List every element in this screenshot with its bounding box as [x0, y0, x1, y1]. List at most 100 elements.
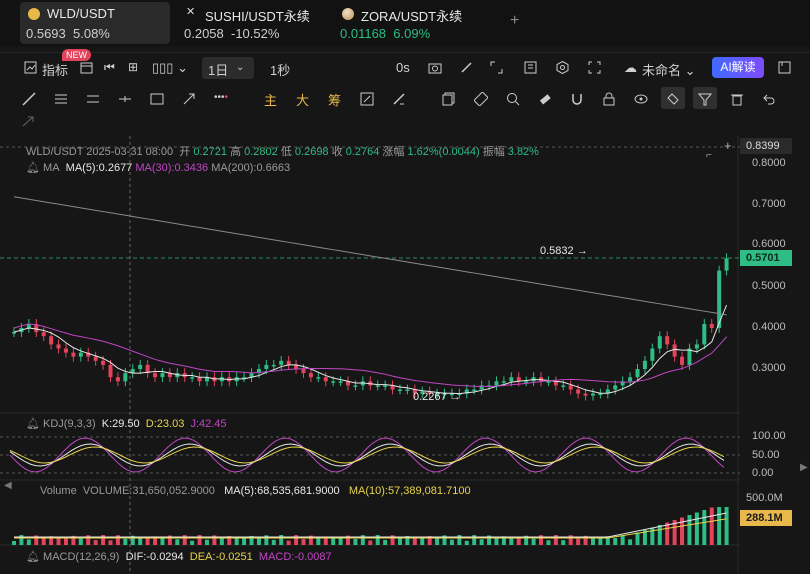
candle-body: [71, 352, 76, 357]
tab-symbol: WLD/USDT: [47, 6, 115, 21]
bell-icon: 🔔︎: [26, 418, 40, 430]
save-layout-icon[interactable]: [778, 61, 791, 74]
magnet-icon[interactable]: [570, 92, 584, 106]
volume-bar: [204, 539, 209, 545]
ohlc-field: 低 0.2698: [280, 146, 329, 158]
volume-bar: [93, 540, 98, 545]
volume-bar: [628, 539, 633, 545]
candle-body: [63, 348, 68, 353]
chart-type-icon[interactable]: ▯▯▯ ⌄: [152, 60, 188, 76]
add-tab-icon[interactable]: +: [510, 12, 519, 30]
delete-icon[interactable]: [730, 92, 744, 106]
top-price-label: 0.8399: [740, 138, 792, 154]
price-chart[interactable]: [0, 136, 810, 574]
copy-icon[interactable]: [442, 92, 456, 106]
candle-body: [383, 385, 388, 387]
volume-bar: [576, 538, 581, 545]
candle-body: [665, 336, 670, 345]
indicators-button[interactable]: 指标: [42, 60, 68, 79]
volume-bar: [687, 515, 692, 545]
scroll-right-icon[interactable]: ▶: [800, 462, 808, 473]
redo-icon[interactable]: [22, 114, 36, 128]
chart-toolbar: 指标 NEW ⏮ ⊞ ▯▯▯ ⌄ 1日 ⌄ 1秒 0s ☁ 未命名 ⌄ AI解读: [0, 49, 810, 83]
horizontal-lines-icon[interactable]: [54, 92, 68, 106]
main-force-tool[interactable]: 主: [264, 90, 277, 109]
candle-body: [561, 385, 566, 387]
ohlc-field: 开 0.2721: [179, 146, 227, 158]
big-order-tool[interactable]: 大: [296, 90, 309, 109]
candle-body: [613, 385, 618, 390]
candle-body: [279, 360, 284, 365]
volume-bar: [620, 535, 625, 545]
candle-body: [576, 389, 581, 394]
channel-icon[interactable]: [86, 92, 100, 106]
arrow-icon[interactable]: [182, 92, 196, 106]
volume-bar: [546, 540, 551, 545]
zoom-in-icon[interactable]: [506, 92, 520, 106]
fullscreen-icon[interactable]: [490, 61, 503, 74]
expand-icon[interactable]: [588, 61, 601, 74]
tab-symbol: ZORA/USDT永续: [361, 9, 463, 24]
camera-icon[interactable]: [428, 61, 442, 74]
candle-body: [353, 385, 358, 387]
chart-info-line: WLD/USDT 2025-03-31 08:00 开 0.2721 高 0.2…: [26, 146, 539, 158]
volume-bar: [665, 522, 670, 545]
eraser-icon[interactable]: [538, 92, 552, 106]
candle-body: [331, 381, 336, 383]
candle-body: [472, 389, 477, 391]
step-back-icon[interactable]: ⏮: [104, 60, 115, 75]
candle-body: [301, 369, 306, 374]
volume-tick: 500.0M: [746, 492, 783, 504]
tab-price: 0.01168 6.09%: [340, 26, 431, 41]
scroll-left-icon[interactable]: ◀: [4, 480, 12, 491]
edit-icon[interactable]: [460, 61, 473, 74]
volume-bar: [383, 539, 388, 545]
y-axis-tick: 0.8000: [752, 157, 786, 169]
candle-body: [642, 360, 647, 369]
layout-name-select[interactable]: 未命名 ⌄: [642, 60, 696, 79]
candle-body: [160, 373, 165, 378]
candle-body: [123, 373, 128, 382]
settings-icon[interactable]: [556, 61, 569, 74]
sub-interval[interactable]: 1秒: [270, 60, 290, 79]
ray-icon[interactable]: [118, 92, 132, 106]
candle-body: [78, 352, 83, 357]
volume-bar: [709, 507, 714, 545]
undo-icon[interactable]: [762, 92, 776, 106]
tab-wld[interactable]: WLD/USDT 0.5693 5.08%: [20, 2, 170, 44]
grid-icon[interactable]: ⊞: [128, 60, 138, 74]
countdown: 0s: [396, 60, 410, 75]
collapse-icon[interactable]: ⌐: [706, 150, 712, 161]
tab-sushi[interactable]: ✕ SUSHI/USDT永续 0.2058 -10.52%: [178, 2, 328, 44]
more-tools-icon[interactable]: ••••: [214, 92, 228, 103]
ma30-value: MA(30):0.3436: [135, 162, 209, 174]
volume-bar: [190, 540, 195, 545]
kdj-tick: 100.00: [752, 430, 786, 442]
volume-bar: [338, 537, 343, 545]
volume-legend: Volume VOLUME:31,650,052.9000 MA(5):68,5…: [40, 485, 471, 497]
trend-line-icon[interactable]: [22, 92, 36, 106]
ma200-line: [13, 196, 727, 316]
ai-analysis-button[interactable]: AI解读: [712, 57, 764, 78]
calendar-icon[interactable]: [80, 61, 93, 74]
chip-tool[interactable]: 筹: [328, 90, 341, 109]
eye-icon[interactable]: [634, 92, 648, 106]
lock-icon[interactable]: [602, 92, 616, 106]
sync-icon[interactable]: [360, 92, 374, 106]
template-icon[interactable]: [524, 61, 537, 74]
candle-body: [628, 377, 633, 382]
zora-coin-icon: [342, 8, 354, 20]
volume-bar: [717, 507, 722, 545]
volume-bar: [256, 538, 261, 545]
tab-zora[interactable]: ZORA/USDT永续 0.01168 6.09%: [334, 2, 484, 44]
cloud-icon[interactable]: ☁: [624, 60, 637, 76]
add-indicator-icon[interactable]: +: [724, 138, 732, 153]
candle-body: [153, 373, 158, 378]
volume-bar: [316, 537, 321, 545]
volume-bar: [368, 540, 373, 545]
rectangle-icon[interactable]: [150, 92, 164, 106]
volume-bar: [531, 538, 536, 545]
brush-icon[interactable]: [392, 92, 406, 106]
ruler-icon[interactable]: [474, 92, 488, 106]
indicator-icon: [24, 61, 37, 74]
